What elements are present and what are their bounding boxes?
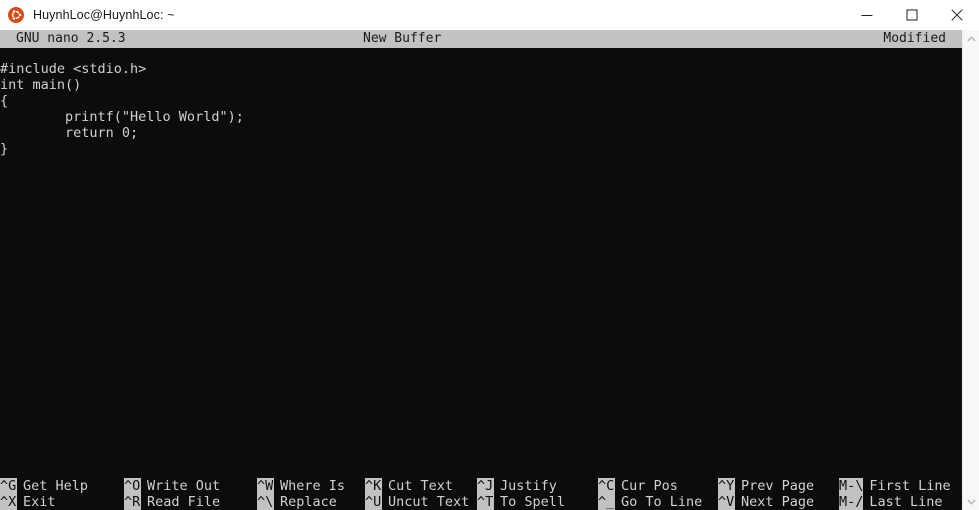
- nano-status-bar: GNU nano 2.5.3 New Buffer Modified: [0, 30, 962, 48]
- shortcut-exit[interactable]: ^X Exit: [0, 494, 56, 510]
- code-line: return 0;: [0, 125, 139, 141]
- scroll-down-arrow-icon[interactable]: [963, 493, 979, 510]
- shortcut-label: Write Out: [147, 478, 221, 494]
- shortcut-key: ^X: [0, 494, 17, 510]
- shortcut-cur-pos[interactable]: ^C Cur Pos: [598, 478, 678, 494]
- shortcut-go-to-line[interactable]: ^_ Go To Line: [598, 494, 702, 510]
- nano-version-label: GNU nano 2.5.3: [16, 31, 126, 46]
- shortcut-label: To Spell: [500, 494, 566, 510]
- shortcut-key: ^_: [598, 494, 615, 510]
- maximize-icon: [906, 9, 918, 21]
- shortcut-first-line[interactable]: M-\ First Line: [839, 478, 951, 494]
- shortcut-key: ^W: [257, 478, 274, 494]
- shortcut-key: ^V: [718, 494, 735, 510]
- window-titlebar: HuynhLoc@HuynhLoc: ~: [0, 0, 979, 30]
- shortcut-key: ^R: [124, 494, 141, 510]
- titlebar-left: HuynhLoc@HuynhLoc: ~: [0, 7, 844, 23]
- shortcut-key: ^O: [124, 478, 141, 494]
- shortcut-read-file[interactable]: ^R Read File: [124, 494, 220, 510]
- terminal-window: HuynhLoc@HuynhLoc: ~ GNU nano 2.5.3 New …: [0, 0, 979, 510]
- shortcut-label: Get Help: [23, 478, 89, 494]
- minimize-button[interactable]: [844, 0, 889, 30]
- shortcut-cut-text[interactable]: ^K Cut Text: [365, 478, 453, 494]
- shortcut-label: Prev Page: [741, 478, 815, 494]
- shortcut-key: ^G: [0, 478, 17, 494]
- shortcut-label: Where Is: [280, 478, 346, 494]
- scroll-up-arrow-icon[interactable]: [963, 30, 979, 47]
- code-line: #include <stdio.h>: [0, 61, 147, 77]
- nano-modified-indicator: Modified: [883, 31, 946, 46]
- ubuntu-logo-icon: [8, 7, 24, 23]
- shortcut-label: Cur Pos: [621, 478, 678, 494]
- shortcut-key: M-/: [839, 494, 864, 510]
- shortcut-next-page[interactable]: ^V Next Page: [718, 494, 814, 510]
- shortcut-row-2: ^X Exit ^R Read File ^\ Replace ^U Uncut Text ^T…: [0, 494, 962, 510]
- minimize-icon: [861, 9, 873, 21]
- shortcut-get-help[interactable]: ^G Get Help: [0, 478, 88, 494]
- shortcut-label: First Line: [869, 478, 951, 494]
- code-line: {: [0, 93, 9, 109]
- close-button[interactable]: [934, 0, 979, 30]
- window-title: HuynhLoc@HuynhLoc: ~: [33, 8, 175, 22]
- shortcut-label: Exit: [23, 494, 56, 510]
- scrollbar-track[interactable]: [963, 47, 979, 493]
- nano-buffer-name: New Buffer: [363, 31, 442, 46]
- shortcut-label: Cut Text: [388, 478, 454, 494]
- shortcut-to-spell[interactable]: ^T To Spell: [477, 494, 565, 510]
- shortcut-write-out[interactable]: ^O Write Out: [124, 478, 220, 494]
- window-scrollbar[interactable]: [962, 30, 979, 510]
- shortcut-label: Last Line: [869, 494, 943, 510]
- shortcut-key: ^J: [477, 478, 494, 494]
- code-line: printf("Hello World");: [0, 109, 244, 125]
- shortcut-key: M-\: [839, 478, 864, 494]
- shortcut-where-is[interactable]: ^W Where Is: [257, 478, 345, 494]
- shortcut-label: Justify: [500, 478, 557, 494]
- shortcut-key: ^\: [257, 494, 274, 510]
- shortcut-label: Replace: [280, 494, 337, 510]
- shortcut-key: ^Y: [718, 478, 735, 494]
- shortcut-label: Read File: [147, 494, 221, 510]
- shortcut-label: Uncut Text: [388, 494, 470, 510]
- shortcut-key: ^K: [365, 478, 382, 494]
- shortcut-key: ^C: [598, 478, 615, 494]
- code-line: int main(): [0, 77, 82, 93]
- shortcut-label: Next Page: [741, 494, 815, 510]
- shortcut-label: Go To Line: [621, 494, 703, 510]
- shortcut-last-line[interactable]: M-/ Last Line: [839, 494, 943, 510]
- nano-shortcut-bar: ^G Get Help ^O Write Out ^W Where Is ^K Cut Tex…: [0, 478, 962, 510]
- editor-text-area[interactable]: #include <stdio.h> int main() { printf("…: [0, 48, 962, 476]
- shortcut-uncut-text[interactable]: ^U Uncut Text: [365, 494, 469, 510]
- shortcut-replace[interactable]: ^\ Replace: [257, 494, 337, 510]
- shortcut-justify[interactable]: ^J Justify: [477, 478, 557, 494]
- shortcut-row-1: ^G Get Help ^O Write Out ^W Where Is ^K Cut Tex…: [0, 478, 962, 494]
- shortcut-key: ^T: [477, 494, 494, 510]
- shortcut-prev-page[interactable]: ^Y Prev Page: [718, 478, 814, 494]
- maximize-button[interactable]: [889, 0, 934, 30]
- shortcut-key: ^U: [365, 494, 382, 510]
- close-icon: [950, 9, 963, 21]
- code-line: }: [0, 141, 9, 157]
